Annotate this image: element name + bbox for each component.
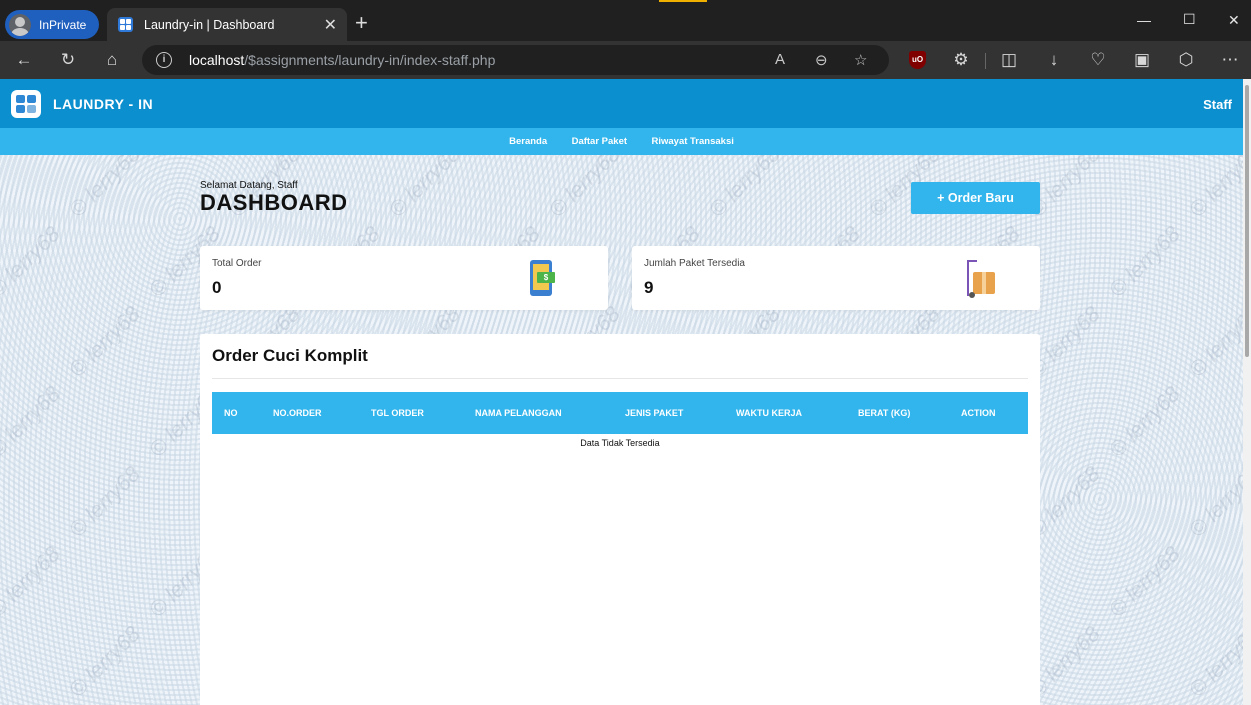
browser-tab-bar: InPrivate Laundry-in | Dashboard ✕ + — ☐… <box>0 0 1251 41</box>
package-trolley-icon <box>965 260 997 298</box>
brand-logo-icon[interactable] <box>11 90 41 118</box>
tab-title: Laundry-in | Dashboard <box>144 17 275 32</box>
maximize-icon[interactable]: ☐ <box>1183 11 1196 28</box>
empty-table-message: Data Tidak Tersedia <box>580 438 660 448</box>
read-aloud-icon[interactable]: A <box>775 51 785 68</box>
browser-essentials-icon[interactable]: ⬡ <box>1176 50 1196 70</box>
top-navbar: LAUNDRY - IN Staff <box>0 79 1243 128</box>
nav-riwayat-transaksi[interactable]: Riwayat Transaksi <box>651 128 733 155</box>
watermark-text: © lerry68 <box>0 381 65 463</box>
url-host: localhost <box>189 52 245 68</box>
stat-label: Jumlah Paket Tersedia <box>644 258 745 269</box>
stat-label: Total Order <box>212 258 262 269</box>
inprivate-label: InPrivate <box>39 17 87 32</box>
browser-toolbar: ← ↻ ⌂ i localhost/$assignments/laundry-i… <box>0 41 1251 79</box>
extensions-icon[interactable]: ⚙ <box>951 50 971 70</box>
column-header-action: ACTION <box>961 408 996 418</box>
watermark-text: © lerry68 <box>1103 541 1185 623</box>
user-menu[interactable]: Staff <box>1203 97 1232 112</box>
tab-dashboard[interactable]: Laundry-in | Dashboard ✕ <box>107 8 347 41</box>
stat-value: 9 <box>644 278 654 297</box>
refresh-icon[interactable]: ↻ <box>58 50 78 70</box>
brand-name[interactable]: LAUNDRY - IN <box>53 96 153 112</box>
profile-avatar-icon <box>9 13 31 36</box>
column-header-berat: BERAT (KG) <box>858 408 911 418</box>
watermark-text: © lerry68 <box>1183 301 1243 383</box>
watermark-text: © lerry68 <box>63 621 145 703</box>
stat-value: 0 <box>212 278 222 297</box>
inprivate-button[interactable]: InPrivate <box>5 10 99 39</box>
new-order-button[interactable]: + Order Baru <box>911 182 1040 214</box>
watermark-text: © lerry68 <box>1183 621 1243 703</box>
watermark-text: © lerry68 <box>63 301 145 383</box>
watermark-text: © lerry68 <box>1103 381 1185 463</box>
nav-beranda[interactable]: Beranda <box>509 128 547 155</box>
orders-table-header: NO NO.ORDER TGL ORDER NAMA PELANGGAN JEN… <box>212 392 1028 434</box>
favicon-icon <box>118 17 133 32</box>
sub-navigation: Beranda Daftar Paket Riwayat Transaksi <box>0 128 1243 155</box>
url-text: localhost/$assignments/laundry-in/index-… <box>189 52 495 68</box>
watermark-text: © lerry68 <box>0 541 65 623</box>
split-screen-icon[interactable]: ◫ <box>999 50 1019 70</box>
performance-icon[interactable]: ♡ <box>1088 50 1108 70</box>
divider <box>212 378 1028 379</box>
new-tab-icon[interactable]: + <box>355 12 368 34</box>
stat-card-paket-tersedia: Jumlah Paket Tersedia 9 <box>632 246 1040 310</box>
minimize-icon[interactable]: — <box>1137 12 1151 28</box>
downloads-icon[interactable]: ↓ <box>1044 50 1064 70</box>
url-path: /$assignments/laundry-in/index-staff.php <box>244 52 496 68</box>
close-window-icon[interactable]: ✕ <box>1228 12 1240 29</box>
watermark-text: © lerry68 <box>0 221 65 303</box>
watermark-text: © lerry68 <box>1103 221 1185 303</box>
column-header-no: NO <box>224 408 238 418</box>
watermark-text: © lerry68 <box>63 461 145 543</box>
site-info-icon[interactable]: i <box>156 52 172 68</box>
zoom-icon[interactable]: ⊖ <box>815 51 828 69</box>
back-icon[interactable]: ← <box>14 50 34 70</box>
nav-daftar-paket[interactable]: Daftar Paket <box>572 128 627 155</box>
orders-panel: Order Cuci Komplit NO NO.ORDER TGL ORDER… <box>200 334 1040 705</box>
watermark-text: © lerry68 <box>1183 461 1243 543</box>
stat-card-total-order: Total Order 0 $ <box>200 246 608 310</box>
home-icon[interactable]: ⌂ <box>102 50 122 70</box>
favorite-star-icon[interactable]: ☆ <box>854 51 867 69</box>
column-header-jenis-paket: JENIS PAKET <box>625 408 684 418</box>
close-tab-icon[interactable]: ✕ <box>324 15 337 35</box>
scrollbar-thumb[interactable] <box>1245 85 1249 357</box>
address-bar[interactable]: i localhost/$assignments/laundry-in/inde… <box>142 45 889 75</box>
page-scrollbar[interactable] <box>1243 79 1251 705</box>
column-header-waktu-kerja: WAKTU KERJA <box>736 408 803 418</box>
ublock-extension-icon[interactable]: uO <box>909 51 926 69</box>
orders-panel-title: Order Cuci Komplit <box>212 346 368 365</box>
more-menu-icon[interactable]: ⋯ <box>1220 50 1240 70</box>
math-solver-icon[interactable]: ▣ <box>1132 50 1152 70</box>
column-header-no-order: NO.ORDER <box>273 408 322 418</box>
column-header-nama-pelanggan: NAMA PELANGGAN <box>475 408 562 418</box>
toolbar-divider <box>985 53 986 69</box>
page-viewport: © lerry68 © lerry68 © lerry68 © lerry68 © le… <box>0 79 1243 705</box>
tab-accent <box>659 0 707 2</box>
page-title: DASHBOARD <box>200 190 348 215</box>
column-header-tgl-order: TGL ORDER <box>371 408 424 418</box>
mobile-payment-icon: $ <box>530 260 555 296</box>
